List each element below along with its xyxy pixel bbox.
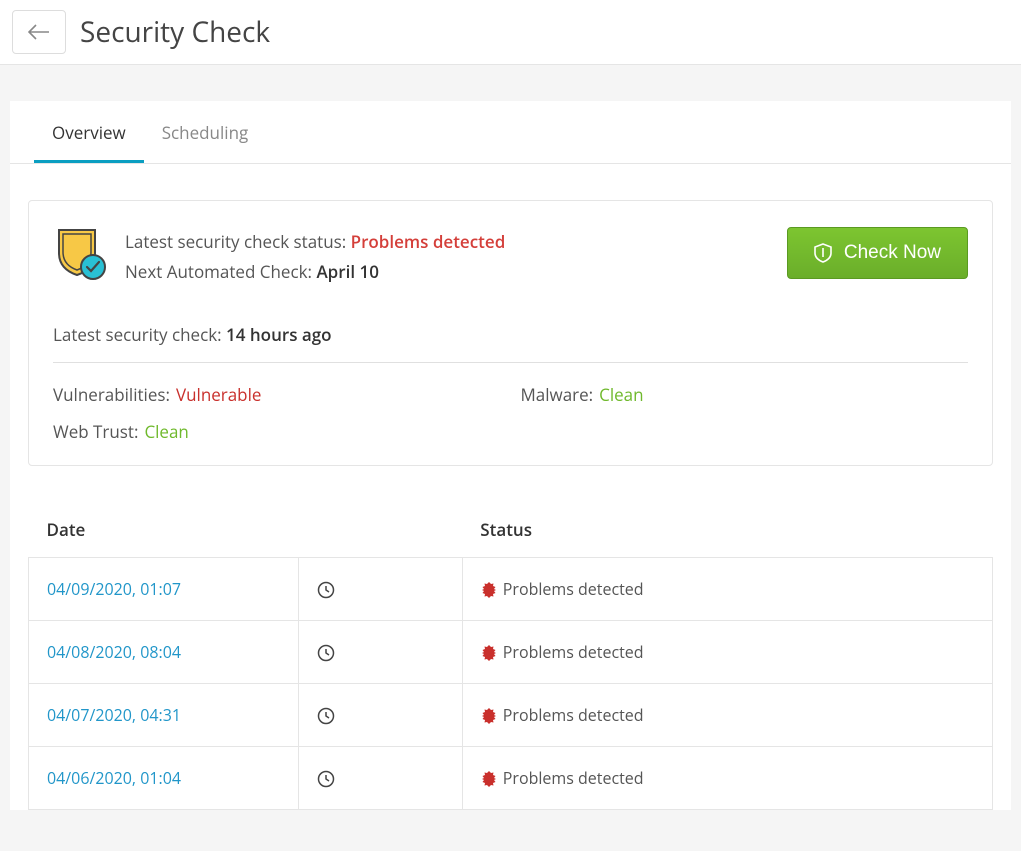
last-check-line: Latest security check: 14 hours ago <box>53 323 968 363</box>
arrow-left-icon <box>28 24 50 40</box>
metrics-grid: Vulnerabilities: Vulnerable Malware: Cle… <box>53 383 968 443</box>
tab-overview[interactable]: Overview <box>34 101 144 163</box>
clock-icon <box>317 581 335 599</box>
content-wrapper: Overview Scheduling <box>0 65 1021 810</box>
next-check-value: April 10 <box>316 260 379 283</box>
page-header: Security Check <box>0 0 1021 65</box>
bug-icon <box>481 708 497 724</box>
status-text: Problems detected <box>503 641 644 663</box>
metric-value: Clean <box>599 383 643 406</box>
history-table: Date Status 04/09/2020, 01:07 Problems de… <box>28 502 993 810</box>
status-top-row: Latest security check status: Problems d… <box>53 227 968 287</box>
clock-icon <box>317 770 335 788</box>
shield-icon <box>814 243 832 263</box>
status-text: Problems detected <box>503 578 644 600</box>
shield-check-icon <box>53 227 107 281</box>
tab-content: Latest security check status: Problems d… <box>10 164 1011 810</box>
tabs-bar: Overview Scheduling <box>10 101 1011 164</box>
bug-icon <box>481 645 497 661</box>
metric-malware: Malware: Clean <box>521 383 969 406</box>
metric-vulnerabilities: Vulnerabilities: Vulnerable <box>53 383 501 406</box>
main-card: Overview Scheduling <box>10 101 1011 810</box>
latest-status-label: Latest security check status: <box>125 230 346 253</box>
status-text: Problems detected <box>503 704 644 726</box>
page-title: Security Check <box>80 13 270 51</box>
metric-label: Web Trust: <box>53 420 138 443</box>
tab-scheduling[interactable]: Scheduling <box>144 101 267 163</box>
table-row: 04/09/2020, 01:07 Problems detected <box>29 557 993 620</box>
bug-icon <box>481 582 497 598</box>
status-card: Latest security check status: Problems d… <box>28 200 993 466</box>
check-now-label: Check Now <box>844 242 941 264</box>
tab-label: Scheduling <box>162 121 249 144</box>
metric-label: Vulnerabilities: <box>53 383 170 406</box>
metric-label: Malware: <box>521 383 594 406</box>
clock-icon <box>317 644 335 662</box>
last-check-value: 14 hours ago <box>226 323 332 346</box>
tab-label: Overview <box>52 121 126 144</box>
latest-status-value: Problems detected <box>351 230 506 253</box>
table-header-date: Date <box>29 502 463 558</box>
date-link[interactable]: 04/07/2020, 04:31 <box>47 704 181 726</box>
table-header-status: Status <box>462 502 992 558</box>
metric-value: Clean <box>144 420 188 443</box>
back-button[interactable] <box>12 10 66 54</box>
next-check-label: Next Automated Check: <box>125 260 312 283</box>
last-check-label: Latest security check: <box>53 323 222 346</box>
status-text: Latest security check status: Problems d… <box>125 227 769 287</box>
bug-icon <box>481 771 497 787</box>
date-link[interactable]: 04/06/2020, 01:04 <box>47 767 181 789</box>
table-row: 04/06/2020, 01:04 Problems detected <box>29 746 993 809</box>
date-link[interactable]: 04/09/2020, 01:07 <box>47 578 181 600</box>
metric-value: Vulnerable <box>176 383 261 406</box>
clock-icon <box>317 707 335 725</box>
table-row: 04/07/2020, 04:31 Problems detected <box>29 683 993 746</box>
metric-webtrust: Web Trust: Clean <box>53 420 501 443</box>
status-text: Problems detected <box>503 767 644 789</box>
check-now-button[interactable]: Check Now <box>787 227 968 279</box>
table-row: 04/08/2020, 08:04 Problems detected <box>29 620 993 683</box>
date-link[interactable]: 04/08/2020, 08:04 <box>47 641 181 663</box>
